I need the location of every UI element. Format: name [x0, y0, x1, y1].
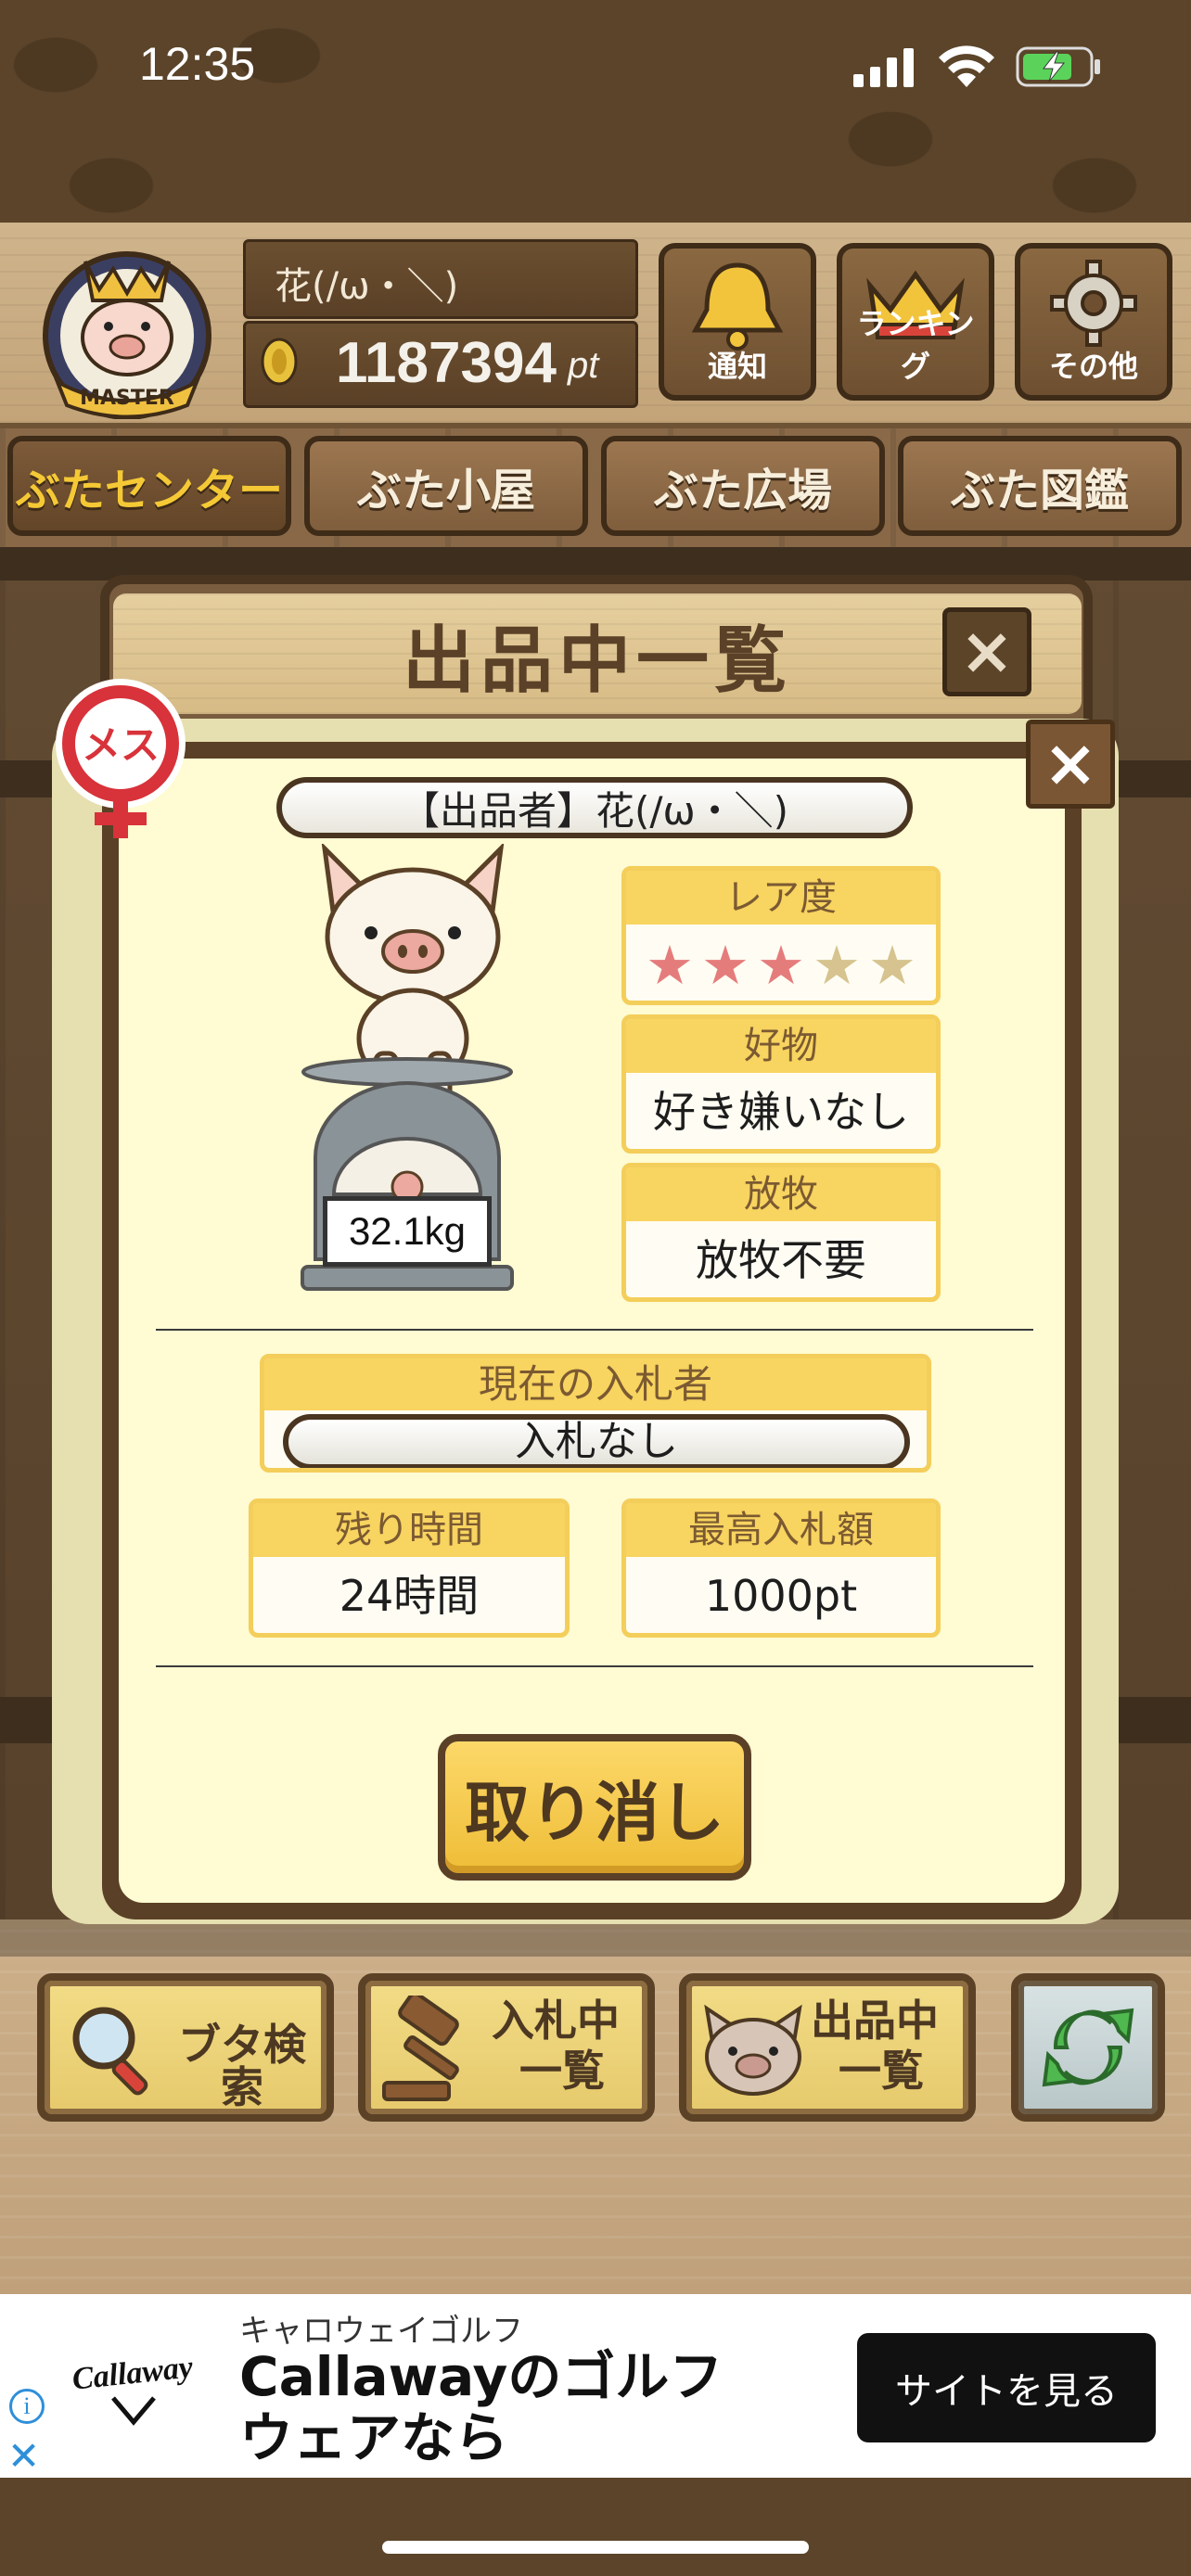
divider	[156, 1329, 1033, 1331]
current-bidder-label: 現在の入札者	[264, 1358, 927, 1410]
bidding-list-label-2: 一覧	[519, 2046, 605, 2096]
signal-icon	[853, 48, 914, 87]
refresh-icon	[1042, 2008, 1134, 2087]
other-button[interactable]: その他	[1015, 243, 1172, 401]
grazing-label: 放牧	[626, 1167, 936, 1221]
listing-list-label-1: 出品中	[811, 1996, 939, 2046]
magnifier-icon	[72, 2007, 148, 2096]
gavel-icon	[382, 1996, 459, 2101]
highest-bid-label: 最高入札額	[626, 1503, 936, 1557]
likes-label: 好物	[626, 1019, 936, 1073]
gear-icon	[1050, 260, 1137, 347]
star-icon: ★	[868, 934, 916, 997]
listing-panel-close-button[interactable]: ×	[942, 607, 1031, 696]
star-icon: ★	[701, 934, 749, 997]
refresh-button[interactable]	[1011, 1973, 1165, 2122]
bell-icon	[691, 262, 784, 351]
grazing-card: 放牧 放牧不要	[621, 1163, 941, 1302]
tab-buta-koya[interactable]: ぶた小屋	[304, 436, 588, 536]
tab-buta-center[interactable]: ぶたセンター	[7, 436, 291, 536]
current-bidder-value: 入札なし	[283, 1414, 910, 1468]
detail-modal-close-button[interactable]: ×	[1026, 720, 1115, 809]
seller-name-bar: 【出品者】花(/ω・＼)	[276, 777, 913, 838]
bottom-background	[0, 2476, 1191, 2576]
ad-info-icon[interactable]: i	[9, 2389, 45, 2424]
listing-list-button[interactable]: 出品中 一覧	[679, 1973, 976, 2122]
ranking-label: ランキング	[856, 306, 975, 384]
pig-face-icon	[704, 2004, 802, 2096]
highest-bid-value: 1000pt	[704, 1571, 858, 1621]
notify-button[interactable]: 通知	[659, 243, 816, 401]
tab-buta-hiroba[interactable]: ぶた広場	[601, 436, 885, 536]
gender-label: メス	[82, 722, 160, 768]
time-left-label: 残り時間	[253, 1503, 565, 1557]
home-indicator[interactable]	[382, 2541, 809, 2554]
search-pig-button[interactable]: ブタ検索	[37, 1973, 334, 2122]
battery-icon	[1016, 46, 1100, 87]
grazing-value: 放牧不要	[696, 1235, 866, 1285]
points-value: 1187394	[336, 331, 557, 395]
ad-logo-text: Callaway	[70, 2350, 195, 2397]
rarity-card: レア度 ★ ★ ★ ★ ★	[621, 866, 941, 1005]
star-icon: ★	[813, 934, 861, 997]
points-unit: pt	[568, 345, 599, 386]
other-label: その他	[1048, 349, 1138, 384]
likes-card: 好物 好き嫌いなし	[621, 1014, 941, 1154]
star-icon: ★	[757, 934, 805, 997]
listing-panel-title: 出品中一覧	[402, 619, 792, 703]
highest-bid-card: 最高入札額 1000pt	[621, 1498, 941, 1638]
divider	[156, 1665, 1033, 1667]
coin-icon	[261, 338, 298, 386]
status-time: 12:35	[139, 38, 256, 90]
wifi-icon	[939, 45, 994, 87]
time-left-value: 24時間	[339, 1571, 480, 1621]
ad-cta-button[interactable]: サイトを見る	[857, 2333, 1156, 2442]
likes-value: 好き嫌いなし	[653, 1087, 909, 1137]
master-badge[interactable]: MASTER	[20, 234, 234, 419]
listing-list-label-2: 一覧	[839, 2046, 924, 2096]
user-name: 花(/ω・＼)	[275, 265, 459, 308]
rarity-label: レア度	[626, 871, 936, 925]
star-icon: ★	[646, 934, 694, 997]
search-pig-label: ブタ検索	[178, 2020, 306, 2112]
callaway-logo: Callaway	[70, 2350, 196, 2426]
ranking-button[interactable]: ランキング	[837, 243, 994, 401]
current-bidder-card: 現在の入札者 入札なし	[260, 1354, 931, 1473]
female-badge-icon: メス	[56, 679, 186, 838]
weight-display: 32.1kg	[323, 1196, 492, 1267]
rarity-stars: ★ ★ ★ ★ ★	[626, 925, 936, 993]
notify-label: 通知	[707, 349, 767, 384]
ad-close-icon[interactable]: ✕	[7, 2433, 40, 2479]
tab-buta-zukan[interactable]: ぶた図鑑	[898, 436, 1182, 536]
bidding-list-label-1: 入札中	[492, 1996, 620, 2046]
ad-advertiser: キャロウェイゴルフ	[239, 2313, 523, 2350]
cancel-listing-button[interactable]: 取り消し	[438, 1734, 751, 1881]
master-badge-text: MASTER	[80, 387, 174, 410]
ad-headline[interactable]: Callawayのゴルフウェアなら	[239, 2346, 759, 2468]
time-left-card: 残り時間 24時間	[249, 1498, 570, 1638]
top-background	[0, 0, 1191, 223]
bidding-list-button[interactable]: 入札中 一覧	[358, 1973, 655, 2122]
